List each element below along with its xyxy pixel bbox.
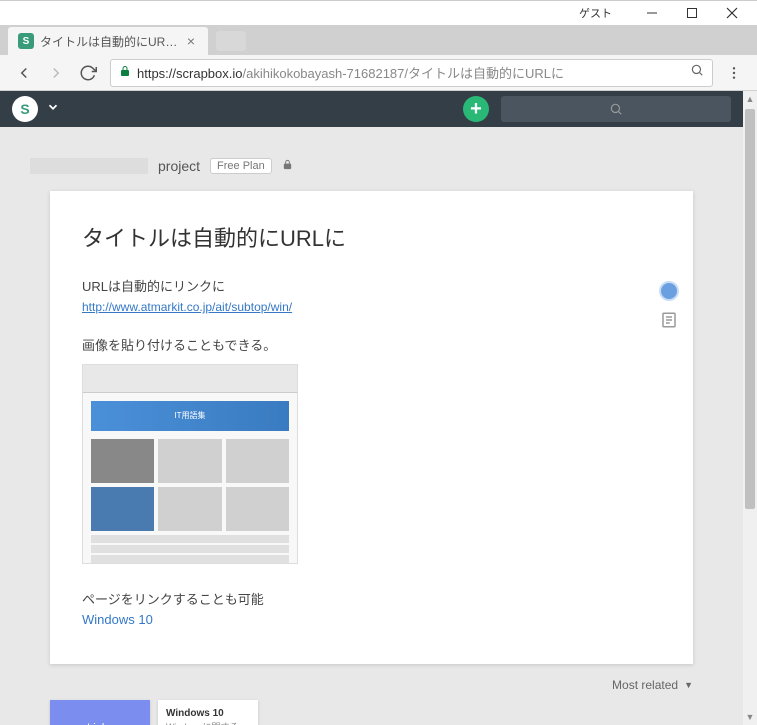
window-maximize-button[interactable] (672, 2, 712, 24)
nav-forward-button[interactable] (40, 57, 72, 89)
app-viewport: + project Free Plan タイトルは自動的にURLに URLは自動… (0, 91, 757, 725)
page-title[interactable]: タイトルは自動的にURLに (82, 221, 661, 253)
tab-close-button[interactable]: × (184, 34, 198, 48)
project-label[interactable]: project (158, 158, 200, 174)
project-plan-badge: Free Plan (210, 158, 272, 174)
scrollbar-down-button[interactable]: ▼ (743, 709, 757, 725)
nav-reload-button[interactable] (72, 57, 104, 89)
page-line[interactable]: ページをリンクすることも可能 (82, 588, 661, 611)
lock-icon (282, 157, 293, 175)
related-cards: Links Windows 10 Windowsに関する (0, 700, 743, 725)
page-side-icons (659, 281, 679, 329)
scrollbar-up-button[interactable]: ▲ (743, 91, 757, 107)
search-input[interactable] (501, 96, 731, 122)
window-titlebar: ゲスト (0, 0, 757, 25)
app-navbar: + (0, 91, 743, 127)
tab-favicon-icon (18, 33, 34, 49)
page-external-link[interactable]: http://www.atmarkit.co.jp/ait/subtop/win… (82, 300, 292, 314)
related-card[interactable]: Windows 10 Windowsに関する (158, 700, 258, 725)
page-card[interactable]: タイトルは自動的にURLに URLは自動的にリンクに http://www.at… (50, 191, 693, 664)
window-minimize-button[interactable] (632, 2, 672, 24)
project-switcher-button[interactable] (46, 100, 60, 119)
related-sort-dropdown[interactable]: Most related▼ (0, 664, 743, 700)
new-page-button[interactable]: + (463, 96, 489, 122)
tab-title: タイトルは自動的にURLに - (40, 33, 178, 50)
url-search-icon[interactable] (690, 63, 704, 82)
related-links-card[interactable]: Links (50, 700, 150, 725)
vertical-scrollbar[interactable]: ▲ ▼ (743, 91, 757, 725)
browser-tab[interactable]: タイトルは自動的にURLに - × (8, 27, 208, 55)
project-name-redacted (30, 158, 148, 174)
window-close-button[interactable] (712, 2, 752, 24)
browser-tab-bar: タイトルは自動的にURLに - × (0, 25, 757, 55)
browser-menu-button[interactable] (719, 65, 749, 81)
chevron-down-icon: ▼ (684, 680, 693, 690)
embedded-image[interactable]: IT用語集 (82, 364, 298, 564)
stream-icon[interactable] (660, 311, 678, 329)
user-avatar-icon[interactable] (659, 281, 679, 301)
page-line[interactable]: 画像を貼り付けることもできる。 (82, 334, 661, 357)
app-logo-icon[interactable] (12, 96, 38, 122)
url-text: https://scrapbox.io/akihikokobayash-7168… (137, 63, 684, 82)
scrollbar-thumb[interactable] (745, 109, 755, 509)
new-tab-button[interactable] (216, 31, 246, 51)
project-header: project Free Plan (0, 127, 743, 191)
page-line[interactable]: URLは自動的にリンクに (82, 275, 661, 298)
browser-address-bar: https://scrapbox.io/akihikokobayash-7168… (0, 55, 757, 91)
nav-back-button[interactable] (8, 57, 40, 89)
related-card-title: Windows 10 (166, 708, 250, 719)
guest-label: ゲスト (579, 5, 612, 21)
lock-icon (119, 64, 131, 82)
page-internal-link[interactable]: Windows 10 (82, 612, 153, 627)
url-input[interactable]: https://scrapbox.io/akihikokobayash-7168… (110, 59, 713, 87)
